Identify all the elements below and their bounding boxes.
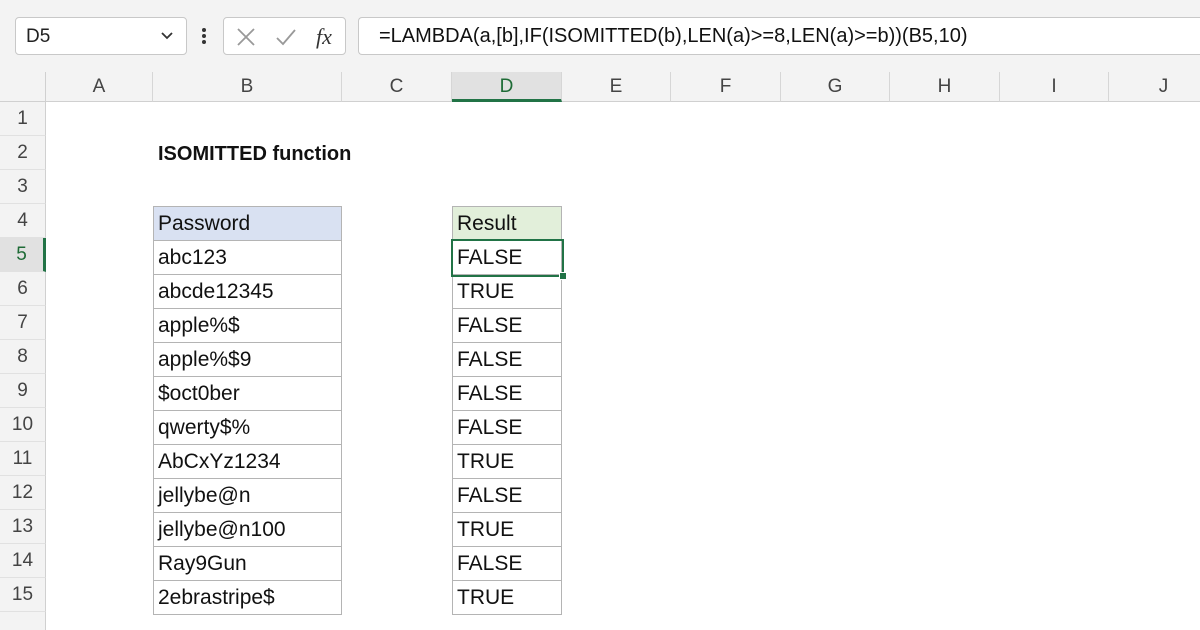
column-header-c[interactable]: C: [342, 72, 452, 102]
row-header-15[interactable]: 15: [0, 578, 46, 612]
cancel-icon[interactable]: [234, 25, 258, 49]
password-cell[interactable]: apple%$9: [153, 342, 342, 377]
result-cell[interactable]: TRUE: [452, 512, 562, 547]
chevron-down-icon[interactable]: [158, 26, 176, 44]
fill-handle[interactable]: [559, 272, 567, 280]
column-header-a[interactable]: A: [46, 72, 153, 102]
row-header-7[interactable]: 7: [0, 306, 46, 340]
select-all-corner[interactable]: [0, 72, 46, 102]
column-header-h[interactable]: H: [890, 72, 1000, 102]
row-header-5[interactable]: 5: [0, 238, 46, 272]
name-box[interactable]: D5: [15, 17, 187, 55]
column-header-e[interactable]: E: [562, 72, 671, 102]
result-cell[interactable]: TRUE: [452, 444, 562, 479]
formula-bar: D5 fx =LAMBDA(a,[b],IF(ISOMITTED(b),LEN(…: [0, 0, 1200, 72]
result-cell[interactable]: TRUE: [452, 274, 562, 309]
column-header-f[interactable]: F: [671, 72, 781, 102]
row-header-1[interactable]: 1: [0, 102, 46, 136]
password-cell[interactable]: Ray9Gun: [153, 546, 342, 581]
row-header-4[interactable]: 4: [0, 204, 46, 238]
result-cell[interactable]: TRUE: [452, 580, 562, 615]
fx-icon[interactable]: fx: [314, 24, 340, 50]
selected-cell-outline: [451, 239, 564, 277]
result-cell[interactable]: FALSE: [452, 546, 562, 581]
row-header-16[interactable]: [0, 612, 46, 630]
password-cell[interactable]: jellybe@n100: [153, 512, 342, 547]
result-cell[interactable]: FALSE: [452, 410, 562, 445]
column-header-g[interactable]: G: [781, 72, 890, 102]
result-cell[interactable]: FALSE: [452, 308, 562, 343]
row-header-2[interactable]: 2: [0, 136, 46, 170]
name-box-value: D5: [26, 26, 51, 47]
column-header-i[interactable]: I: [1000, 72, 1109, 102]
password-cell[interactable]: apple%$: [153, 308, 342, 343]
check-icon[interactable]: [274, 25, 298, 49]
svg-text:fx: fx: [316, 24, 332, 49]
row-header-13[interactable]: 13: [0, 510, 46, 544]
column-header-d[interactable]: D: [452, 72, 562, 102]
sheet-title[interactable]: ISOMITTED function: [158, 143, 351, 166]
password-cell[interactable]: jellybe@n: [153, 478, 342, 513]
row-header-11[interactable]: 11: [0, 442, 46, 476]
result-cell[interactable]: FALSE: [452, 478, 562, 513]
column-header-b[interactable]: B: [153, 72, 342, 102]
row-header-6[interactable]: 6: [0, 272, 46, 306]
result-cell[interactable]: FALSE: [452, 342, 562, 377]
column-header-j[interactable]: J: [1109, 72, 1200, 102]
row-header-9[interactable]: 9: [0, 374, 46, 408]
formula-input[interactable]: =LAMBDA(a,[b],IF(ISOMITTED(b),LEN(a)>=8,…: [358, 17, 1200, 55]
row-header-10[interactable]: 10: [0, 408, 46, 442]
result-cell[interactable]: FALSE: [452, 376, 562, 411]
password-cell[interactable]: 2ebrastripe$: [153, 580, 342, 615]
formula-text: =LAMBDA(a,[b],IF(ISOMITTED(b),LEN(a)>=8,…: [379, 25, 968, 47]
password-header-cell[interactable]: Password: [153, 206, 342, 241]
more-options-icon[interactable]: [197, 22, 211, 50]
password-cell[interactable]: abc123: [153, 240, 342, 275]
password-cell[interactable]: AbCxYz1234: [153, 444, 342, 479]
password-cell[interactable]: $oct0ber: [153, 376, 342, 411]
row-header-12[interactable]: 12: [0, 476, 46, 510]
result-header-cell[interactable]: Result: [452, 206, 562, 241]
row-header-3[interactable]: 3: [0, 170, 46, 204]
formula-buttons: fx: [223, 17, 346, 55]
password-cell[interactable]: qwerty$%: [153, 410, 342, 445]
row-header-14[interactable]: 14: [0, 544, 46, 578]
row-header-8[interactable]: 8: [0, 340, 46, 374]
password-cell[interactable]: abcde12345: [153, 274, 342, 309]
